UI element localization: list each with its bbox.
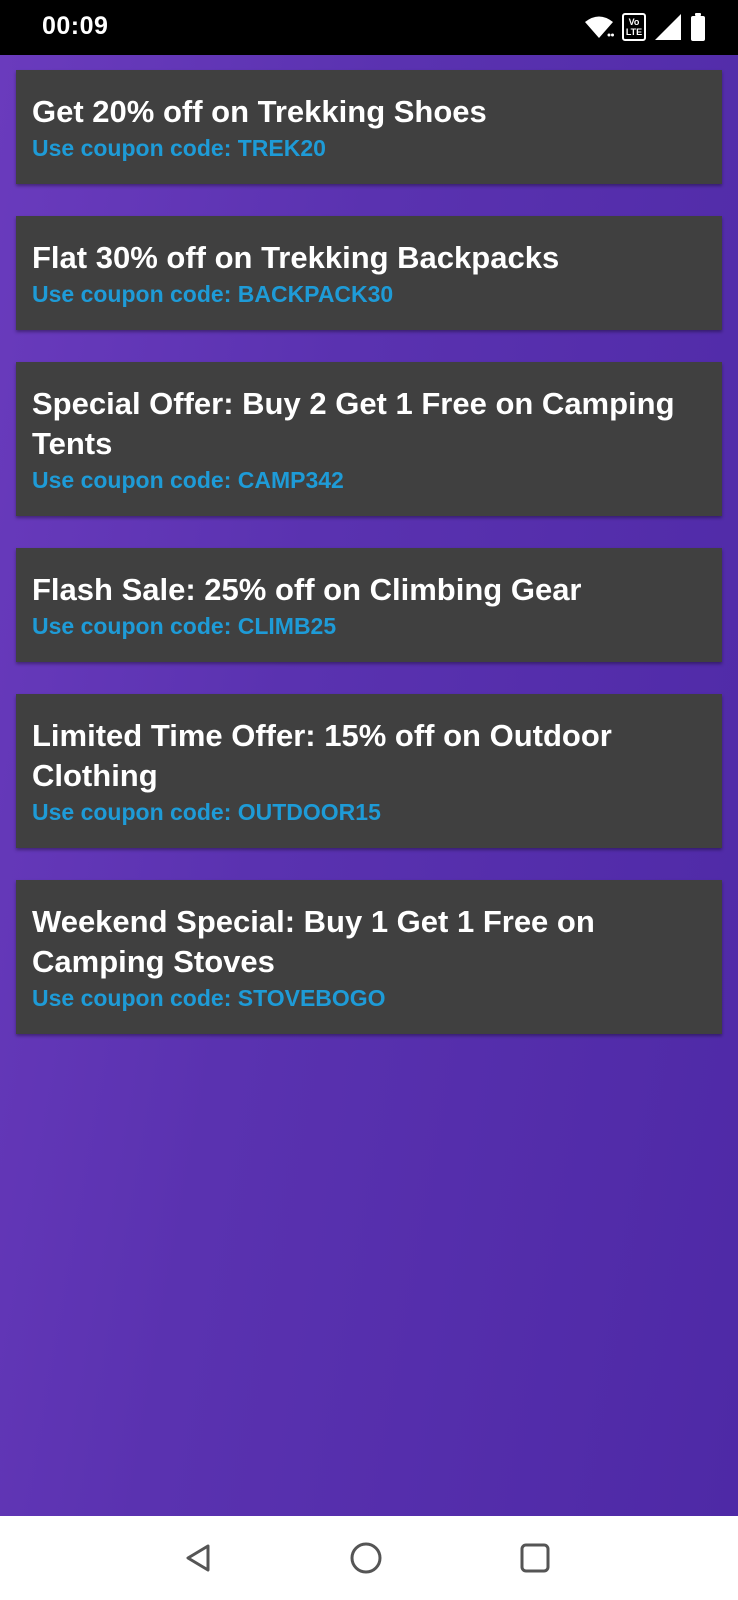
wifi-icon: [585, 16, 614, 38]
signal-icon: [655, 14, 681, 40]
coupon-code: Use coupon code: CAMP342: [32, 467, 344, 493]
home-icon: [350, 1542, 382, 1574]
coupon-code: Use coupon code: BACKPACK30: [32, 281, 394, 307]
offer-card[interactable]: Special Offer: Buy 2 Get 1 Free on Campi…: [16, 362, 722, 516]
offers-list[interactable]: Get 20% off on Trekking Shoes Use coupon…: [0, 55, 738, 1516]
offer-title: Flat 30% off on Trekking Backpacks: [32, 240, 560, 275]
status-icons: Vo LTE: [584, 12, 706, 42]
offer-title: Special Offer: Buy 2 Get 1 Free on Campi…: [32, 386, 675, 461]
offer-card[interactable]: Weekend Special: Buy 1 Get 1 Free on Cam…: [16, 880, 722, 1034]
offer-title: Get 20% off on Trekking Shoes: [32, 94, 487, 129]
offer-title: Weekend Special: Buy 1 Get 1 Free on Cam…: [32, 904, 595, 979]
back-button[interactable]: [178, 1538, 218, 1578]
offer-title: Limited Time Offer: 15% off on Outdoor C…: [32, 718, 612, 793]
offer-card[interactable]: Flash Sale: 25% off on Climbing Gear Use…: [16, 548, 722, 662]
status-bar: 00:09 Vo LTE: [0, 0, 738, 55]
volte-icon: Vo LTE: [622, 13, 646, 41]
offer-card[interactable]: Flat 30% off on Trekking Backpacks Use c…: [16, 216, 722, 330]
coupon-code: Use coupon code: STOVEBOGO: [32, 985, 386, 1011]
home-button[interactable]: [346, 1538, 386, 1578]
navigation-bar: [0, 1516, 738, 1600]
volte-top-label: Vo: [628, 17, 640, 27]
status-time: 00:09: [42, 12, 109, 40]
coupon-code: Use coupon code: OUTDOOR15: [32, 799, 381, 825]
volte-bottom-label: LTE: [625, 27, 643, 37]
recents-button[interactable]: [515, 1538, 555, 1578]
battery-icon: [691, 13, 705, 41]
back-icon: [186, 1544, 210, 1572]
offer-card[interactable]: Limited Time Offer: 15% off on Outdoor C…: [16, 694, 722, 848]
recents-icon: [520, 1543, 550, 1573]
offer-card[interactable]: Get 20% off on Trekking Shoes Use coupon…: [16, 70, 722, 184]
offer-title: Flash Sale: 25% off on Climbing Gear: [32, 572, 582, 607]
coupon-code: Use coupon code: TREK20: [32, 135, 326, 161]
coupon-code: Use coupon code: CLIMB25: [32, 613, 337, 639]
